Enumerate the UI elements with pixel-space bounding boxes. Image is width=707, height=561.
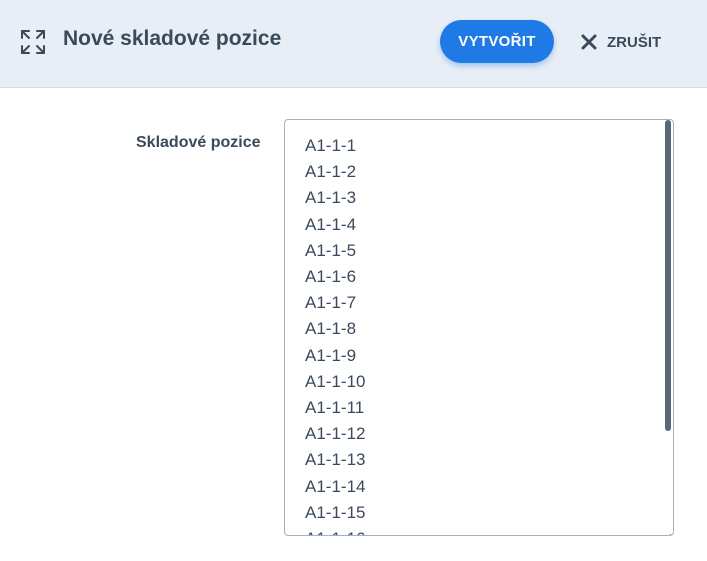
close-icon (580, 33, 598, 51)
textarea-scrollbar[interactable] (663, 120, 673, 535)
cancel-label: ZRUŠIT (607, 33, 662, 51)
positions-label: Skladové pozice (136, 134, 261, 151)
expand-icon[interactable] (20, 29, 46, 55)
positions-textarea-value[interactable]: A1-1-1 A1-1-2 A1-1-3 A1-1-4 A1-1-5 A1-1-… (305, 133, 365, 535)
positions-textarea[interactable]: A1-1-1 A1-1-2 A1-1-3 A1-1-4 A1-1-5 A1-1-… (284, 119, 674, 536)
resize-grip-icon[interactable] (665, 527, 672, 535)
dialog-header: Nové skladové pozice VYTVOŘIT ZRUŠIT (0, 0, 707, 88)
create-button[interactable]: VYTVOŘIT (440, 20, 554, 63)
cancel-button[interactable]: ZRUŠIT (580, 29, 661, 55)
scrollbar-thumb[interactable] (665, 120, 671, 431)
dialog-title: Nové skladové pozice (63, 27, 282, 50)
dialog: Nové skladové pozice VYTVOŘIT ZRUŠIT Skl… (0, 0, 707, 561)
